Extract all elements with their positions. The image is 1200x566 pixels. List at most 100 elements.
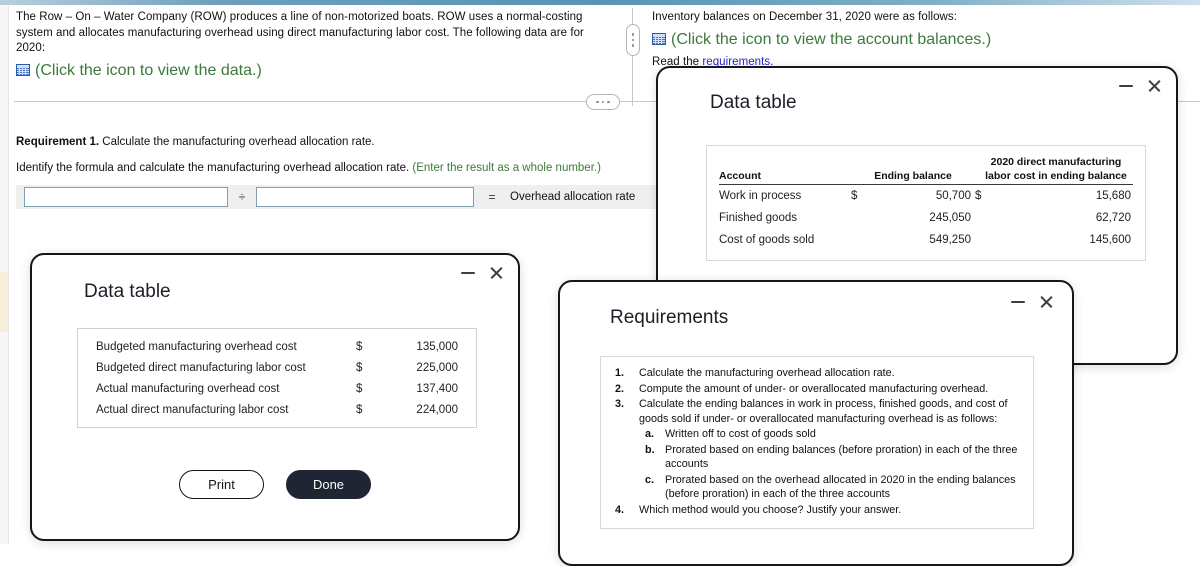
table-row: Finished goods 245,050 62,720 [707, 207, 1145, 229]
data-icon-link-row-left[interactable]: (Click the icon to view the data.) [16, 62, 614, 80]
item-text: Compute the amount of under- or overallo… [639, 382, 989, 395]
list-item: c. Prorated based on the overhead alloca… [611, 473, 1023, 502]
item-number: c. [645, 473, 655, 486]
cost-data-table: Budgeted manufacturing overhead cost $ 1… [77, 328, 477, 428]
ending-balance-value: 245,050 [929, 212, 971, 224]
labor-cost-value: 62,720 [1095, 212, 1131, 224]
list-item: 3. Calculate the ending balances in work… [611, 397, 1023, 426]
list-item: 4. Which method would you choose? Justif… [611, 503, 1023, 518]
balances-header-ending-balance: Ending balance [874, 170, 952, 182]
currency-symbol: $ [851, 190, 858, 202]
list-item: 1. Calculate the manufacturing overhead … [611, 366, 1023, 381]
list-item: a. Written off to cost of goods sold [611, 427, 1023, 442]
instruction-note: (Enter the result as a whole number.) [412, 162, 601, 174]
labor-cost-value: 15,680 [1095, 190, 1131, 202]
equals-operator: = [488, 190, 496, 204]
formula-numerator-input[interactable] [24, 187, 228, 207]
problem-paragraph-left: The Row – On – Water Company (ROW) produ… [16, 11, 584, 54]
requirements-dialog-controls [1011, 294, 1054, 309]
list-item: b. Prorated based on ending balances (be… [611, 443, 1023, 472]
dot [607, 100, 610, 104]
balances-table: 2020 direct manufacturing Account Ending… [706, 145, 1146, 261]
balances-table-header-lower: Account Ending balance labor cost in end… [707, 170, 1145, 182]
formula-denominator-input[interactable] [256, 187, 474, 207]
overhead-allocation-rate-label: Overhead allocation rate [510, 191, 636, 203]
labor-cost-value: 145,600 [1089, 234, 1131, 246]
table-row: Actual manufacturing overhead cost $ 137… [78, 378, 476, 399]
data-icon-link-row-right[interactable]: (Click the icon to view the account bala… [652, 31, 1192, 49]
problem-paragraph-right: Inventory balances on December 31, 2020 … [652, 11, 957, 23]
currency-symbol: $ [356, 340, 363, 353]
item-text: Calculate the ending balances in work in… [639, 398, 1008, 425]
table-row: Cost of goods sold 549,250 145,600 [707, 229, 1145, 251]
minimize-icon[interactable] [1119, 79, 1133, 93]
left-page-highlight [0, 272, 8, 332]
table-row: Actual direct manufacturing labor cost $… [78, 399, 476, 420]
item-number: b. [645, 443, 655, 456]
cost-data-table-dialog: Data table Budgeted manufacturing overhe… [30, 253, 520, 541]
problem-pane-right: Inventory balances on December 31, 2020 … [652, 10, 1192, 70]
currency-symbol: $ [975, 190, 982, 202]
vertical-divider-handle[interactable] [626, 24, 640, 56]
balances-dialog-controls [1119, 78, 1162, 93]
item-number: 3. [615, 398, 625, 410]
requirements-dialog: Requirements 1. Calculate the manufactur… [558, 280, 1074, 566]
close-icon[interactable] [1147, 78, 1162, 93]
minimize-icon[interactable] [1011, 295, 1025, 309]
vertical-divider [632, 8, 633, 106]
view-data-link[interactable]: (Click the icon to view the data.) [35, 62, 262, 80]
cost-label: Budgeted direct manufacturing labor cost [96, 361, 306, 374]
dot [601, 100, 605, 104]
dot [631, 33, 635, 36]
cost-label: Actual direct manufacturing labor cost [96, 403, 289, 416]
balances-table-header-upper: 2020 direct manufacturing [707, 156, 1145, 168]
item-text: Prorated based on ending balances (befor… [665, 443, 1018, 471]
cost-dialog-controls [461, 265, 504, 280]
done-button[interactable]: Done [286, 470, 371, 499]
dot [631, 44, 635, 47]
requirement-1-instruction: Identify the formula and calculate the m… [16, 162, 630, 174]
print-button[interactable]: Print [179, 470, 264, 499]
requirement-1-heading-text: Calculate the manufacturing overhead all… [99, 136, 375, 148]
account-name: Finished goods [719, 212, 797, 224]
balances-header-labor-cost: labor cost in ending balance [985, 170, 1127, 182]
account-name: Work in process [719, 190, 802, 202]
table-row: Budgeted manufacturing overhead cost $ 1… [78, 336, 476, 357]
ending-balance-value: 50,700 [935, 190, 971, 202]
cost-dialog-button-row: Print Done [32, 470, 518, 499]
table-grid-icon[interactable] [652, 32, 666, 45]
item-text: Calculate the manufacturing overhead all… [639, 367, 895, 379]
instruction-text: Identify the formula and calculate the m… [16, 162, 413, 174]
item-text: Prorated based on the overhead allocated… [665, 473, 1016, 501]
table-row: Budgeted direct manufacturing labor cost… [78, 357, 476, 378]
close-icon[interactable] [1039, 294, 1054, 309]
item-number: a. [645, 428, 655, 440]
currency-symbol: $ [356, 403, 363, 416]
balances-dialog-title: Data table [710, 92, 797, 113]
view-balances-link[interactable]: (Click the icon to view the account bala… [671, 31, 991, 49]
page-root: The Row – On – Water Company (ROW) produ… [0, 0, 1200, 566]
requirements-dialog-title: Requirements [610, 307, 729, 328]
cost-value: 137,400 [416, 382, 458, 395]
currency-symbol: $ [356, 382, 363, 395]
item-number: 1. [615, 367, 625, 379]
requirements-list: 1. Calculate the manufacturing overhead … [600, 356, 1034, 529]
close-icon[interactable] [489, 265, 504, 280]
list-item: 2. Compute the amount of under- or overa… [611, 382, 1023, 397]
cost-label: Actual manufacturing overhead cost [96, 382, 280, 395]
table-grid-icon[interactable] [16, 63, 30, 76]
cost-label: Budgeted manufacturing overhead cost [96, 340, 297, 353]
top-accent-strip [0, 0, 1200, 5]
cost-value: 135,000 [416, 340, 458, 353]
requirement-1-block: Requirement 1. Calculate the manufacturi… [16, 136, 630, 174]
formula-entry-row: ÷ = Overhead allocation rate [16, 185, 661, 209]
minimize-icon[interactable] [461, 266, 475, 280]
item-text: Which method would you choose? Justify y… [639, 503, 902, 516]
cost-dialog-title: Data table [84, 281, 171, 302]
horizontal-divider-handle[interactable] [586, 94, 620, 110]
problem-pane-left: The Row – On – Water Company (ROW) produ… [16, 10, 614, 80]
dot [596, 100, 599, 104]
table-row: Work in process $ 50,700 $ 15,680 [707, 185, 1145, 207]
balances-header-account: Account [719, 170, 761, 182]
